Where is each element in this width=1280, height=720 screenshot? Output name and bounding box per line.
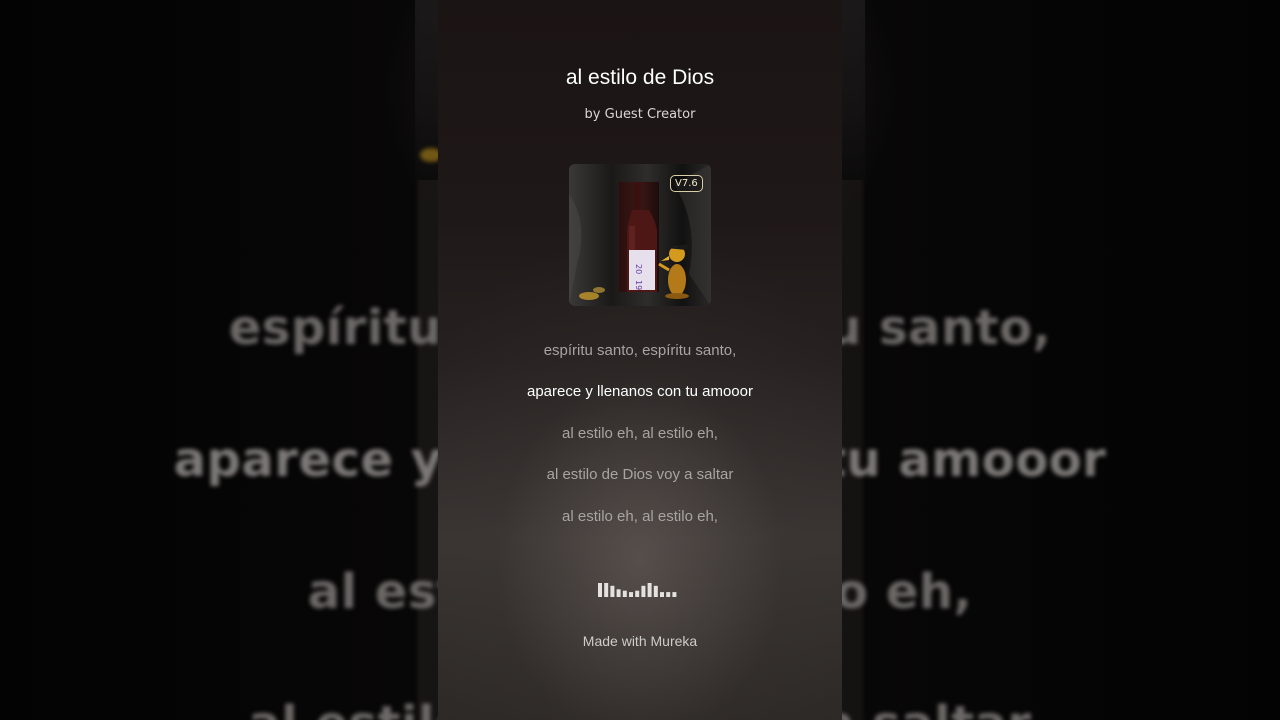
album-cover: 20 19 V7.6 — [569, 164, 711, 306]
waveform-bar — [672, 592, 677, 597]
waveform-bar — [666, 592, 671, 597]
waveform-bar — [641, 585, 646, 597]
waveform-bar — [660, 592, 664, 597]
svg-text:20: 20 — [634, 264, 643, 274]
song-artist: by Guest Creator — [584, 107, 696, 122]
audio-waveform-icon — [598, 583, 677, 597]
lyric-line: espíritu santo, espíritu santo, — [543, 342, 737, 359]
waveform-bar — [622, 590, 627, 597]
lyric-line-current: aparece y llenanos con tu amooor — [527, 383, 753, 400]
svg-text:19: 19 — [634, 280, 643, 290]
waveform-bar — [635, 590, 640, 597]
song-title: al estilo de Dios — [565, 66, 715, 89]
version-badge: V7.6 — [670, 175, 703, 192]
waveform-bar — [604, 583, 609, 597]
video-frame: espíritu santo, espíritu santo, aparece … — [0, 0, 1280, 720]
lyric-line: al estilo eh, al estilo eh, — [562, 508, 718, 525]
waveform-bar — [647, 583, 652, 597]
waveform-bar — [629, 592, 633, 597]
lyric-line: al estilo de Dios voy a saltar — [546, 466, 734, 483]
waveform-bar — [598, 583, 602, 597]
waveform-bar — [653, 585, 658, 597]
lyrics-panel: al estilo de Dios by Guest Creator 20 19… — [438, 0, 842, 720]
waveform-bar — [610, 585, 615, 597]
lyric-line: al estilo eh, al estilo eh, — [562, 425, 718, 442]
made-with-watermark: Made with Mureka — [582, 633, 698, 649]
waveform-bar — [616, 589, 621, 597]
